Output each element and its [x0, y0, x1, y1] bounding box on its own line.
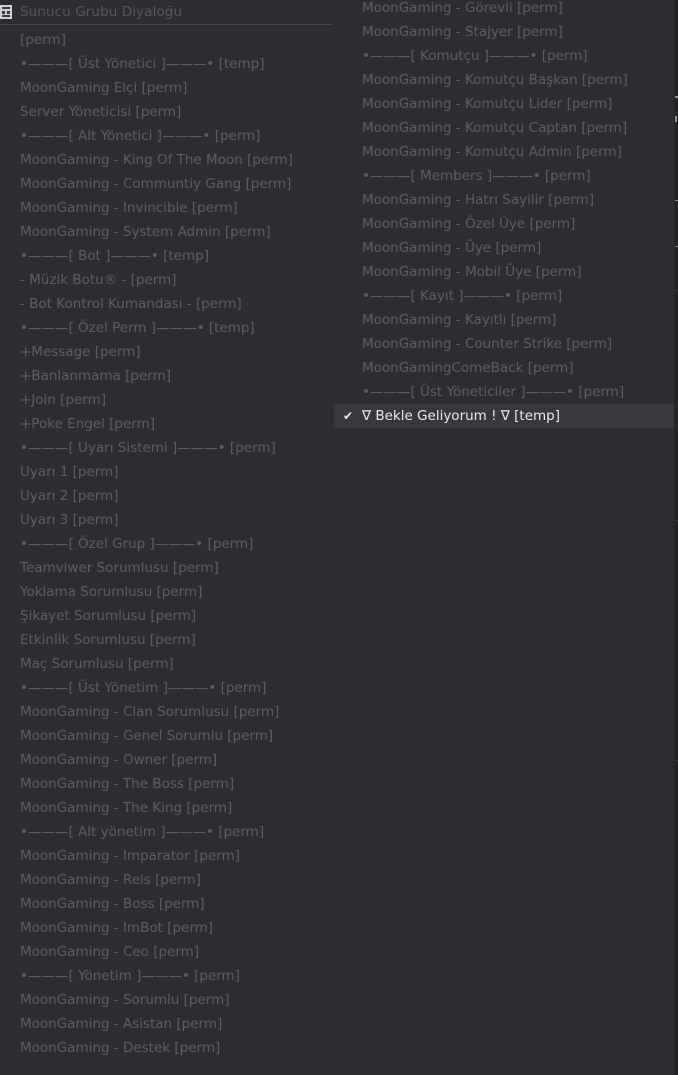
group-dialog-icon	[0, 5, 12, 19]
group-item: MoonGaming - Genel Sorumlu [perm]	[20, 728, 274, 744]
group-item: •———[ Alt Yönetici ]———• [perm]	[20, 128, 261, 144]
edge-divider	[674, 290, 678, 291]
group-item: MoonGaming - Komutçu Captan [perm]	[362, 120, 628, 136]
group-item: +Join [perm]	[20, 392, 107, 408]
group-item: •———[ Alt yönetim ]———• [perm]	[20, 824, 265, 840]
group-item: •———[ Üst Yönetim ]———• [perm]	[20, 680, 267, 696]
group-item: Şikayet Sorumlusu [perm]	[20, 608, 197, 624]
group-item: MoonGaming - ImBot [perm]	[20, 920, 214, 936]
group-item: •———[ Members ]———• [perm]	[362, 168, 591, 184]
group-item: MoonGaming - Özel Üye [perm]	[362, 216, 576, 232]
group-item: Etkinlik Sorumlusu [perm]	[20, 632, 196, 648]
group-item: •———[ Üst Yöneticiler ]———• [perm]	[362, 384, 625, 400]
group-item: MoonGaming - Imparator [perm]	[20, 848, 241, 864]
group-item: MoonGaming - Kayıtlı [perm]	[362, 312, 557, 328]
group-list-right: MoonGaming - Görevli [perm] MoonGaming -…	[362, 0, 674, 404]
group-item: - Müzik Botu® - [perm]	[20, 272, 177, 288]
group-item: •———[ Yönetim ]———• [perm]	[20, 968, 240, 984]
edge-divider	[674, 520, 678, 521]
edge-divider	[674, 760, 678, 761]
group-item: •———[ Özel Perm ]———• [temp]	[20, 320, 255, 336]
group-item: MoonGaming - Invincible [perm]	[20, 200, 238, 216]
group-item: +Poke Engel [perm]	[20, 416, 156, 432]
group-item: Server Yöneticisi [perm]	[20, 104, 182, 120]
group-item: MoonGaming - Mobil Üye [perm]	[362, 264, 582, 280]
server-group-dialog: Sunucu Grubu Diyaloğu [perm] •———[ Üst Y…	[0, 0, 678, 1075]
group-item: MoonGaming - Owner [perm]	[20, 752, 218, 768]
group-item: •———[ Uyarı Sistemi ]———• [perm]	[20, 440, 276, 456]
group-item: •———[ Kayıt ]———• [perm]	[362, 288, 563, 304]
group-item: +Banlanmama [perm]	[20, 368, 171, 384]
group-item: MoonGaming - Görevli [perm]	[362, 0, 563, 16]
group-item: Uyarı 1 [perm]	[20, 464, 119, 480]
group-item: MoonGaming - Stajyer [perm]	[362, 24, 563, 40]
edge-mark	[675, 116, 677, 122]
group-item: Uyarı 3 [perm]	[20, 512, 119, 528]
group-item: [perm]	[20, 32, 66, 48]
group-item: MoonGaming - Boss [perm]	[20, 896, 205, 912]
dialog-title: Sunucu Grubu Diyaloğu	[20, 4, 183, 20]
group-list-left: [perm] •———[ Üst Yönetici ]———• [temp] M…	[20, 28, 333, 1060]
group-item: Yoklama Sorumlusu [perm]	[20, 584, 203, 600]
group-item: MoonGaming - Destek [perm]	[20, 1040, 221, 1056]
group-item: MoonGamingComeBack [perm]	[362, 360, 574, 376]
group-item: MoonGaming - Reis [perm]	[20, 872, 201, 888]
group-item: MoonGaming - The King [perm]	[20, 800, 233, 816]
dialog-title-bar: Sunucu Grubu Diyaloğu	[0, 0, 333, 25]
checkmark-icon: ✔	[342, 409, 354, 423]
group-item: MoonGaming - Asistan [perm]	[20, 1016, 223, 1032]
group-item: MoonGaming - Ceo [perm]	[20, 944, 200, 960]
group-item: MoonGaming - Üye [perm]	[362, 240, 542, 256]
group-item: MoonGaming - Counter Strike [perm]	[362, 336, 613, 352]
group-item: MoonGaming - King Of The Moon [perm]	[20, 152, 293, 168]
group-item: MoonGaming - Hatrı Sayilir [perm]	[362, 192, 595, 208]
selected-group-label: ∇ Bekle Geliyorum ! ∇ [temp]	[362, 408, 560, 424]
group-item: Teamviwer Sorumlusu [perm]	[20, 560, 219, 576]
group-item: •———[ Bot ]———• [temp]	[20, 248, 209, 264]
group-item: MoonGaming - Komutçu Admin [perm]	[362, 144, 622, 160]
group-item: MoonGaming - Sorumlu [perm]	[20, 992, 230, 1008]
group-item: •———[ Komutçu ]———• [perm]	[362, 48, 588, 64]
group-item: MoonGaming - Communtiy Gang [perm]	[20, 176, 292, 192]
group-item: •———[ Üst Yönetici ]———• [temp]	[20, 56, 265, 72]
group-item: MoonGaming - Komutçu Başkan [perm]	[362, 72, 628, 88]
group-item: Maç Sorumlusu [perm]	[20, 656, 174, 672]
group-item: MoonGaming - System Admin [perm]	[20, 224, 271, 240]
group-item: +Message [perm]	[20, 344, 141, 360]
group-item: MoonGaming - Clan Sorumlusu [perm]	[20, 704, 280, 720]
group-item: •———[ Özel Grup ]———• [perm]	[20, 536, 254, 552]
adjacent-window-edge	[674, 0, 678, 1075]
group-item: - Bot Kontrol Kumandası - [perm]	[20, 296, 242, 312]
group-item-selected[interactable]: ✔ ∇ Bekle Geliyorum ! ∇ [temp]	[334, 404, 674, 428]
group-item: Uyarı 2 [perm]	[20, 488, 119, 504]
group-item: MoonGaming - Komutçu Lider [perm]	[362, 96, 613, 112]
group-item: MoonGaming Elçi [perm]	[20, 80, 188, 96]
group-item: MoonGaming - The Boss [perm]	[20, 776, 235, 792]
